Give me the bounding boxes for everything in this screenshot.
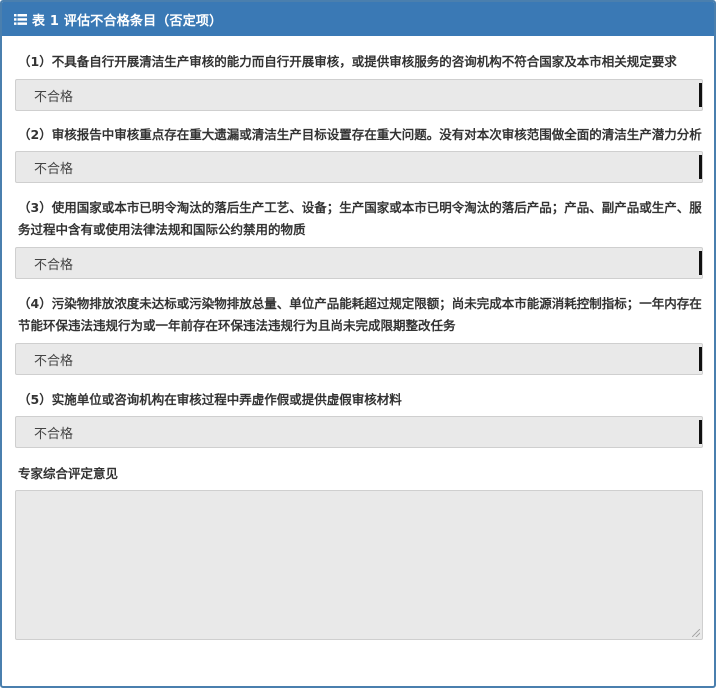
select-value: 不合格 xyxy=(34,161,74,177)
item-2: （2）审核报告中审核重点存在重大遗漏或清洁生产目标设置存在重大问题。没有对本次审… xyxy=(15,124,703,183)
resize-grip-icon[interactable] xyxy=(692,629,700,637)
list-icon xyxy=(14,13,27,25)
comment-textarea[interactable] xyxy=(15,490,703,640)
select-arrow-icon xyxy=(694,251,702,275)
result-select[interactable]: 不合格 xyxy=(15,151,703,183)
select-value: 不合格 xyxy=(34,426,74,442)
panel-header: 表 1 评估不合格条目（否定项） xyxy=(2,2,714,36)
item-4: （4）污染物排放浓度未达标或污染物排放总量、单位产品能耗超过规定限额；尚未完成本… xyxy=(15,293,703,375)
item-question: （5）实施单位或咨询机构在审核过程中弄虚作假或提供虚假审核材料 xyxy=(18,392,402,407)
panel-body: （1）不具备自行开展清洁生产审核的能力而自行开展审核，或提供审核服务的咨询机构不… xyxy=(2,36,714,640)
panel-title: 表 1 评估不合格条目（否定项） xyxy=(32,13,223,29)
item-5: （5）实施单位或咨询机构在审核过程中弄虚作假或提供虚假审核材料 不合格 xyxy=(15,389,703,448)
item-question: （1）不具备自行开展清洁生产审核的能力而自行开展审核，或提供审核服务的咨询机构不… xyxy=(18,54,677,69)
result-select[interactable]: 不合格 xyxy=(15,79,703,111)
select-arrow-icon xyxy=(694,420,702,444)
select-value: 不合格 xyxy=(34,257,74,273)
evaluation-panel: 表 1 评估不合格条目（否定项） （1）不具备自行开展清洁生产审核的能力而自行开… xyxy=(0,0,716,688)
item-1: （1）不具备自行开展清洁生产审核的能力而自行开展审核，或提供审核服务的咨询机构不… xyxy=(15,36,703,111)
item-question: （4）污染物排放浓度未达标或污染物排放总量、单位产品能耗超过规定限额；尚未完成本… xyxy=(18,296,702,333)
result-select[interactable]: 不合格 xyxy=(15,247,703,279)
comment-label: 专家综合评定意见 xyxy=(18,466,119,481)
result-select[interactable]: 不合格 xyxy=(15,343,703,375)
item-question: （2）审核报告中审核重点存在重大遗漏或清洁生产目标设置存在重大问题。没有对本次审… xyxy=(18,127,702,142)
select-value: 不合格 xyxy=(34,353,74,369)
item-3: （3）使用国家或本市已明令淘汰的落后生产工艺、设备；生产国家或本市已明令淘汰的落… xyxy=(15,197,703,279)
select-arrow-icon xyxy=(694,155,702,179)
select-arrow-icon xyxy=(694,347,702,371)
item-question: （3）使用国家或本市已明令淘汰的落后生产工艺、设备；生产国家或本市已明令淘汰的落… xyxy=(18,200,702,237)
select-arrow-icon xyxy=(694,83,702,107)
result-select[interactable]: 不合格 xyxy=(15,416,703,448)
select-value: 不合格 xyxy=(34,89,74,105)
